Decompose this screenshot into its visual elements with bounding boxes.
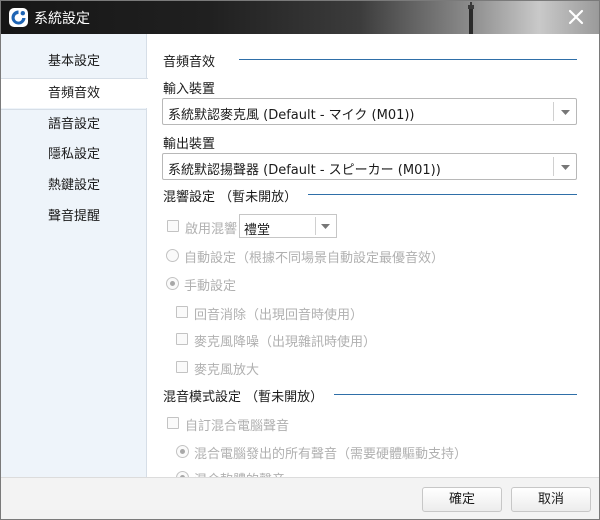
echo-cancel-label: 回音消除（出現回音時使用） xyxy=(194,308,364,323)
echo-cancel-checkbox[interactable] xyxy=(176,306,188,318)
chevron-down-icon[interactable] xyxy=(561,110,570,115)
noise-reduce-checkbox[interactable] xyxy=(176,333,188,345)
window-title: 系統設定 xyxy=(34,11,90,27)
input-device-value: 系統默認麥克風 (Default - マイク (M01)) xyxy=(168,108,415,123)
section-divider xyxy=(334,394,577,395)
enable-reverb-label: 啟用混響 xyxy=(185,222,238,237)
dropdown-separator xyxy=(315,217,316,235)
title-bar[interactable]: 系統設定 xyxy=(1,1,599,34)
section-title-audio: 音頻音效 xyxy=(163,55,216,70)
section-divider xyxy=(308,194,577,195)
dropdown-separator xyxy=(553,102,554,121)
settings-content: 音頻音效 輸入裝置 系統默認麥克風 (Default - マイク (M01)) … xyxy=(148,34,599,477)
sidebar-item-voice[interactable]: 語音設定 xyxy=(1,109,147,139)
auto-setting-label: 自動設定（根據不同場景自動設定最優音效） xyxy=(184,251,445,266)
input-device-label: 輸入裝置 xyxy=(163,82,216,97)
custom-mix-label: 自訂混合電腦聲音 xyxy=(185,419,290,434)
sidebar-item-audio[interactable]: 音頻音效 xyxy=(1,78,148,108)
output-device-value: 系統默認揚聲器 (Default - スピーカー (M01)) xyxy=(168,163,441,178)
mix-software-label: 混合軟體的聲音 xyxy=(194,469,285,477)
cancel-button[interactable]: 取消 xyxy=(511,487,591,512)
manual-setting-radio[interactable] xyxy=(166,277,179,290)
section-title-mix: 混音模式設定 （暫未開放） xyxy=(163,390,324,405)
sidebar-item-sound-alerts[interactable]: 聲音提醒 xyxy=(1,202,147,232)
chevron-down-icon[interactable] xyxy=(561,165,570,170)
section-title-reverb: 混響設定 （暫未開放） xyxy=(163,190,298,205)
input-device-select[interactable]: 系統默認麥克風 (Default - マイク (M01)) xyxy=(162,98,577,125)
sidebar-item-basic[interactable]: 基本設定 xyxy=(1,47,147,77)
close-icon[interactable] xyxy=(565,6,587,28)
auto-setting-radio[interactable] xyxy=(166,249,179,262)
mic-amplify-label: 麥克風放大 xyxy=(194,363,260,378)
reverb-preset-value: 禮堂 xyxy=(244,223,271,238)
mic-amplify-checkbox[interactable] xyxy=(176,361,188,373)
sidebar-item-privacy[interactable]: 隱私設定 xyxy=(1,140,147,170)
dialog-footer: 確定 取消 xyxy=(1,477,599,519)
dropdown-separator xyxy=(553,157,554,176)
section-divider xyxy=(239,59,577,60)
enable-reverb-checkbox[interactable] xyxy=(167,220,179,232)
content-scrollbar[interactable] xyxy=(592,34,599,477)
custom-mix-checkbox[interactable] xyxy=(167,417,179,429)
noise-reduce-label: 麥克風降噪（出現雜訊時使用） xyxy=(194,335,377,350)
mix-all-sounds-label: 混合電腦發出的所有聲音（需要硬體驅動支持） xyxy=(194,447,468,462)
manual-setting-label: 手動設定 xyxy=(184,279,237,294)
ok-button[interactable]: 確定 xyxy=(422,487,502,512)
lighthouse-icon xyxy=(468,2,474,34)
sidebar-item-hotkeys[interactable]: 熱鍵設定 xyxy=(1,171,147,201)
output-device-label: 輸出裝置 xyxy=(163,137,216,152)
output-device-select[interactable]: 系統默認揚聲器 (Default - スピーカー (M01)) xyxy=(162,153,577,180)
reverb-preset-select[interactable]: 禮堂 xyxy=(239,214,337,238)
app-logo-icon xyxy=(9,8,28,27)
mix-all-sounds-radio[interactable] xyxy=(176,445,189,458)
settings-window: 系統設定 基本設定 音頻音效 語音設定 隱私設定 熱鍵設定 聲音提醒 音頻音效 … xyxy=(0,0,600,520)
chevron-down-icon[interactable] xyxy=(321,224,330,229)
settings-sidebar: 基本設定 音頻音效 語音設定 隱私設定 熱鍵設定 聲音提醒 xyxy=(1,34,148,477)
